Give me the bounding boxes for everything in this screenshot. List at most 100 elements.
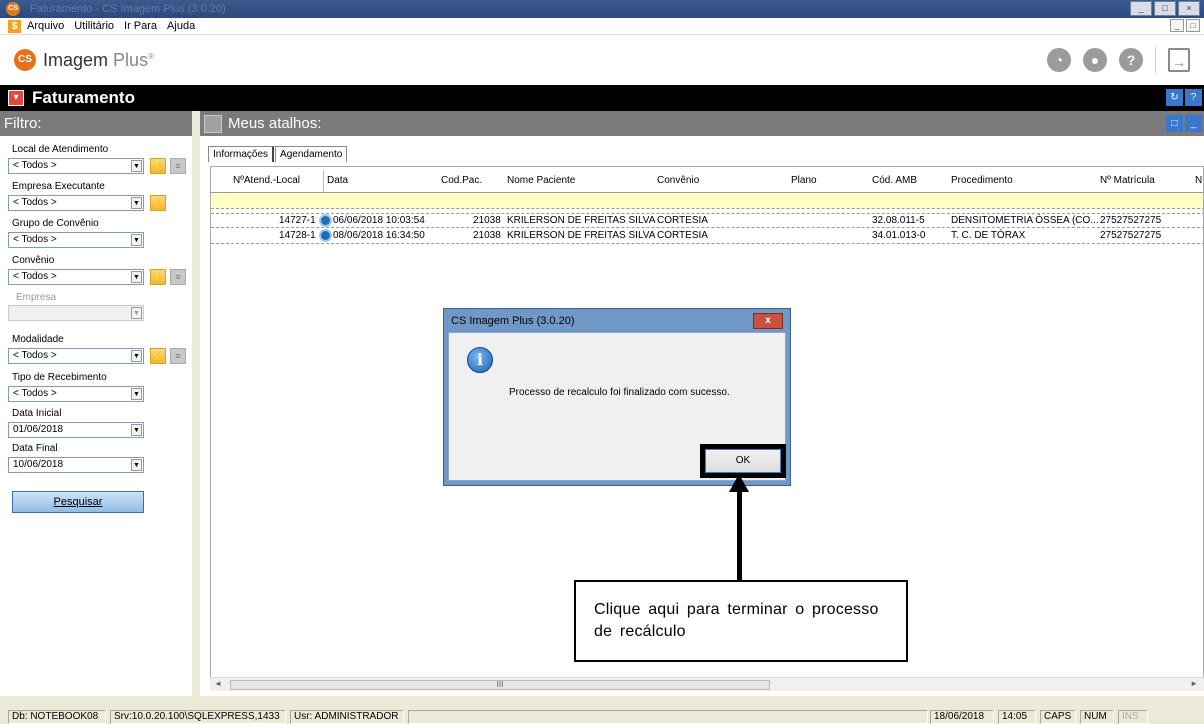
mdi-minimize-button[interactable]: _	[1170, 19, 1184, 32]
cs-logo-icon: CS	[14, 49, 36, 71]
menu-ajuda[interactable]: Ajuda	[167, 20, 195, 32]
module-title: Faturamento	[32, 88, 135, 107]
info-icon[interactable]	[319, 214, 332, 227]
minimize-button[interactable]: _	[1130, 1, 1152, 16]
grid-header: NºAtend.-Local Data Cod.Pac. Nome Pacien…	[211, 167, 1203, 193]
calendar-dropdown-icon: ▼	[131, 424, 142, 436]
status-db: Db: NOTEBOOK08	[8, 710, 106, 724]
callout-arrow-shaft	[737, 490, 742, 580]
data-inicial-label: Data Inicial	[12, 408, 62, 419]
col-plano[interactable]: Plano	[791, 175, 817, 186]
menu-arquivo[interactable]: Arquivo	[27, 20, 64, 32]
restore-button[interactable]: □	[1154, 1, 1176, 16]
module-collapse-icon[interactable]: ▾	[8, 90, 24, 106]
empresa-label: Empresa Executante	[12, 181, 105, 192]
globe-icon[interactable]: ◔	[1047, 48, 1071, 72]
modalidade-label: Modalidade	[12, 334, 64, 345]
lightning-icon[interactable]: ⚡	[150, 348, 166, 364]
tipo-label: Tipo de Recebimento	[12, 372, 107, 383]
convenio-combo[interactable]: < Todos > ▼	[8, 269, 144, 285]
status-empty	[408, 710, 928, 724]
col-data[interactable]: Data	[327, 175, 348, 186]
col-procedimento[interactable]: Procedimento	[951, 175, 1013, 186]
message-dialog: CS Imagem Plus (3.0.20) x i Processo de …	[443, 308, 791, 486]
menu-utilitario[interactable]: Utilitário	[74, 20, 114, 32]
dialog-close-button[interactable]: x	[753, 313, 783, 329]
filter-row[interactable]	[211, 193, 1203, 209]
module-refresh-icon[interactable]: ↻	[1166, 89, 1183, 106]
ok-button[interactable]: OK	[705, 449, 781, 473]
horizontal-scrollbar[interactable]: ◄ III ►	[210, 677, 1204, 691]
module-help-icon[interactable]: ?	[1185, 89, 1202, 106]
app-menu-icon[interactable]: $	[8, 19, 21, 33]
status-server: Srv:10.0.20.100\SQLEXPRESS,1433	[110, 710, 286, 724]
status-ins: INS	[1118, 710, 1148, 724]
chevron-down-icon: ▼	[131, 307, 142, 319]
col-matricula[interactable]: Nº Matrícula	[1100, 175, 1155, 186]
shortcuts-icon	[204, 114, 222, 133]
pesquisar-button[interactable]: Pesquisar	[12, 491, 144, 513]
scroll-left-icon[interactable]: ◄	[214, 679, 222, 688]
table-row[interactable]: 14727-1 06/06/2018 10:03:54 21038 KRILER…	[211, 213, 1203, 228]
lightning-icon[interactable]: ⚡	[150, 158, 166, 174]
modalidade-combo[interactable]: < Todos > ▼	[8, 348, 144, 364]
data-inicial-field[interactable]: 01/06/2018 ▼	[8, 422, 144, 438]
instruction-callout: Clique aqui para terminar o processo de …	[574, 580, 908, 662]
main-header: Meus atalhos: □ _	[200, 111, 1204, 136]
table-row[interactable]: 14728-1 08/06/2018 16:34:50 21038 KRILER…	[211, 229, 1203, 244]
tipo-combo[interactable]: < Todos > ▼	[8, 386, 144, 402]
tab-agendamento[interactable]: Agendamento	[275, 146, 348, 162]
filter-title: Filtro:	[0, 111, 192, 136]
main-restore-icon[interactable]: □	[1166, 115, 1183, 132]
data-final-field[interactable]: 10/06/2018 ▼	[8, 457, 144, 473]
empresa-combo[interactable]: < Todos > ▼	[8, 195, 144, 211]
help-icon[interactable]: ?	[1119, 48, 1143, 72]
main-title: Meus atalhos:	[228, 115, 322, 132]
status-caps: CAPS	[1040, 710, 1076, 724]
chevron-down-icon: ▼	[131, 350, 142, 362]
dialog-title: CS Imagem Plus (3.0.20)	[451, 315, 575, 327]
status-date: 18/06/2018	[930, 710, 994, 724]
calendar-dropdown-icon: ▼	[131, 459, 142, 471]
tab-strip: Informações Agendamento	[208, 146, 348, 162]
chevron-down-icon: ▼	[131, 197, 142, 209]
list-icon[interactable]: ≡	[170, 269, 186, 285]
col-convenio[interactable]: Convênio	[657, 175, 699, 186]
mdi-restore-button[interactable]: □	[1186, 19, 1200, 32]
chevron-down-icon: ▼	[131, 160, 142, 172]
filter-panel: Local de Atendimento < Todos > ▼ ⚡ ≡ Empr…	[0, 136, 192, 696]
chevron-down-icon: ▼	[131, 388, 142, 400]
user-icon[interactable]: ●	[1083, 48, 1107, 72]
menu-ir-para[interactable]: Ir Para	[124, 20, 157, 32]
col-atend[interactable]: NºAtend.-Local	[233, 175, 300, 186]
logo-bar: CS Imagem Plus® ◔ ● ? →	[0, 35, 1204, 85]
close-button[interactable]: ×	[1178, 1, 1200, 16]
lightning-icon[interactable]: ⚡	[150, 269, 166, 285]
module-header: ▾ Faturamento ↻ ?	[0, 85, 1204, 111]
status-time: 14:05	[998, 710, 1036, 724]
col-amb[interactable]: Cód. AMB	[872, 175, 917, 186]
scroll-thumb[interactable]: III	[230, 680, 770, 690]
list-icon[interactable]: ≡	[170, 348, 186, 364]
scroll-right-icon[interactable]: ►	[1190, 679, 1198, 688]
list-icon[interactable]: ≡	[170, 158, 186, 174]
local-combo[interactable]: < Todos > ▼	[8, 158, 144, 174]
status-num: NUM	[1080, 710, 1114, 724]
app-icon: CS	[6, 2, 20, 16]
grupo-label: Grupo de Convênio	[12, 218, 99, 229]
col-nome[interactable]: Nome Paciente	[507, 175, 575, 186]
convenio-label: Convênio	[12, 255, 55, 266]
tab-informacoes[interactable]: Informações	[208, 146, 275, 162]
dialog-message: Processo de recalculo foi finalizado com…	[509, 387, 730, 398]
empresa2-combo: ▼	[8, 305, 144, 321]
col-codpac[interactable]: Cod.Pac.	[441, 175, 482, 186]
toolbar-separator	[1155, 47, 1156, 73]
empresa2-label: Empresa	[16, 292, 57, 303]
lightning-icon[interactable]: ⚡	[150, 195, 166, 211]
app-logo-text: Imagem Plus®	[43, 49, 154, 70]
grupo-combo[interactable]: < Todos > ▼	[8, 232, 144, 248]
exit-icon[interactable]: →	[1168, 48, 1190, 72]
info-icon[interactable]	[319, 229, 332, 242]
col-extra[interactable]: N	[1195, 175, 1202, 186]
main-minimize-icon[interactable]: _	[1185, 115, 1202, 132]
